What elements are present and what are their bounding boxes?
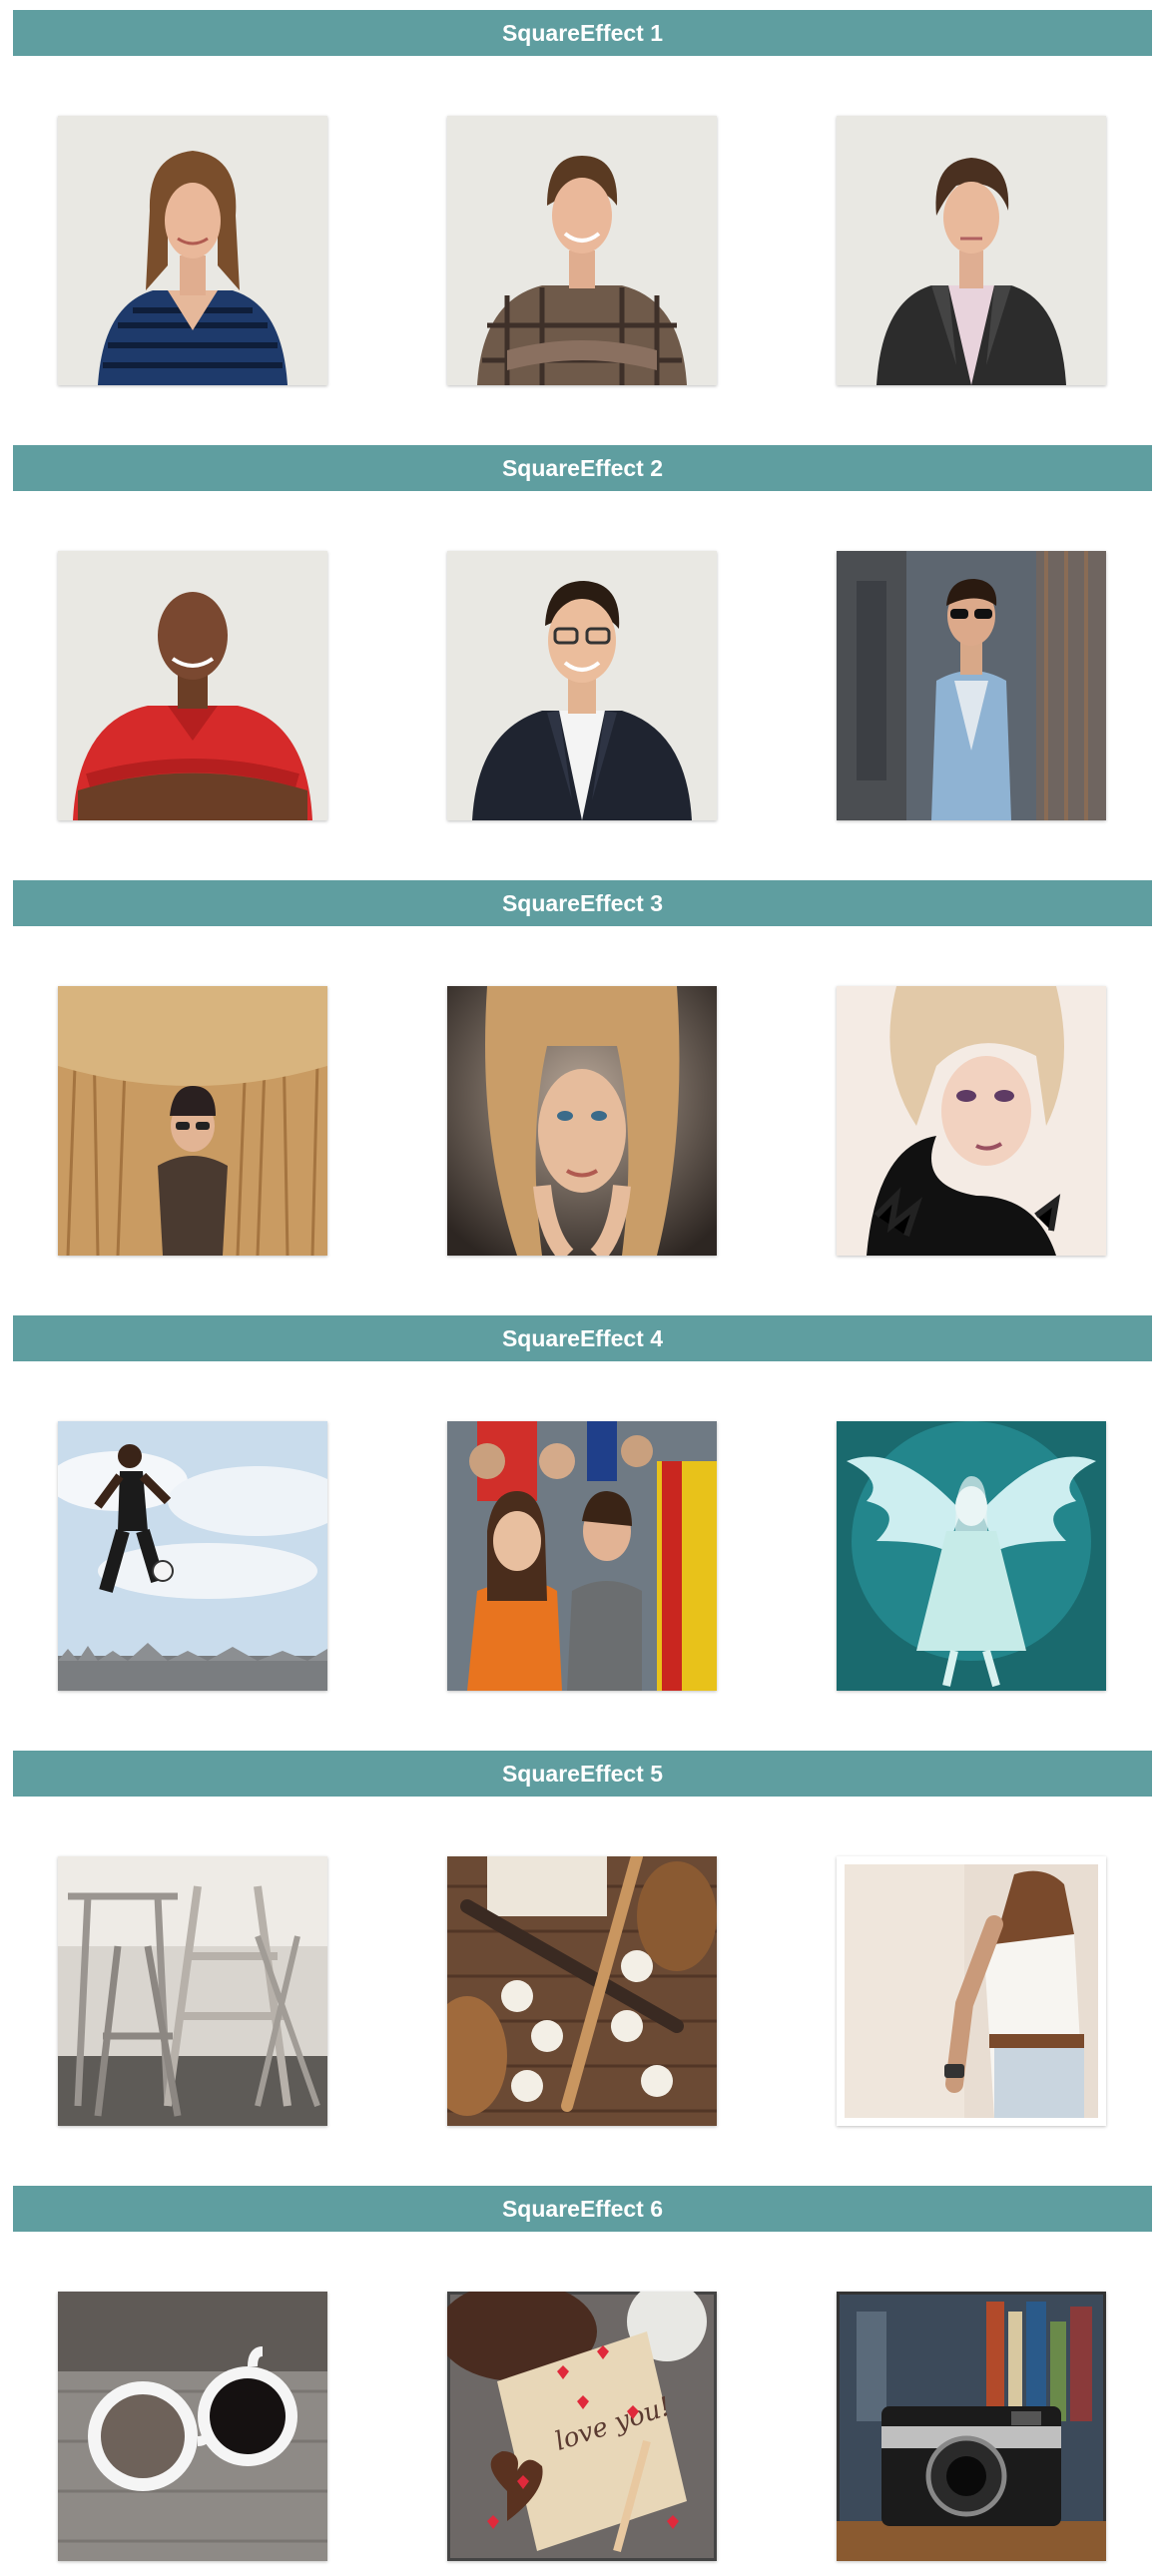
photo-woman-striped-sweater[interactable] <box>58 116 327 385</box>
photo-woman-feather-boa[interactable] <box>837 986 1106 1256</box>
photo-baseball-bats-balls[interactable] <box>447 1856 717 2126</box>
photo-crowd-spain-fans[interactable] <box>447 1421 717 1691</box>
photo-soccer-player-city[interactable] <box>58 1421 327 1691</box>
section-title-4: SquareEffect 4 <box>13 1315 1152 1361</box>
section-title-3: SquareEffect 3 <box>13 880 1152 926</box>
photo-love-note-hearts[interactable]: love you! <box>447 2292 717 2561</box>
photo-man-denim-jacket[interactable] <box>837 551 1106 820</box>
photo-blonde-woman-portrait[interactable] <box>447 986 717 1256</box>
photo-man-glasses-blazer[interactable] <box>447 551 717 820</box>
photo-woman-plaid-shirt[interactable] <box>447 116 717 385</box>
section-title-5: SquareEffect 5 <box>13 1751 1152 1797</box>
section-title-2: SquareEffect 2 <box>13 445 1152 491</box>
section-title-1: SquareEffect 1 <box>13 10 1152 56</box>
photo-angel-illustration[interactable] <box>837 1421 1106 1691</box>
photo-woman-white-top-watch[interactable] <box>837 1856 1106 2126</box>
section-title-6: SquareEffect 6 <box>13 2186 1152 2232</box>
photo-man-red-polo[interactable] <box>58 551 327 820</box>
photo-woman-in-wheat-field[interactable] <box>58 986 327 1256</box>
photo-vintage-camera-bookshelf[interactable] <box>837 2292 1106 2561</box>
photo-two-coffee-cups[interactable] <box>58 2292 327 2561</box>
photo-folding-chairs[interactable] <box>58 1856 327 2126</box>
photo-woman-business-suit[interactable] <box>837 116 1106 385</box>
